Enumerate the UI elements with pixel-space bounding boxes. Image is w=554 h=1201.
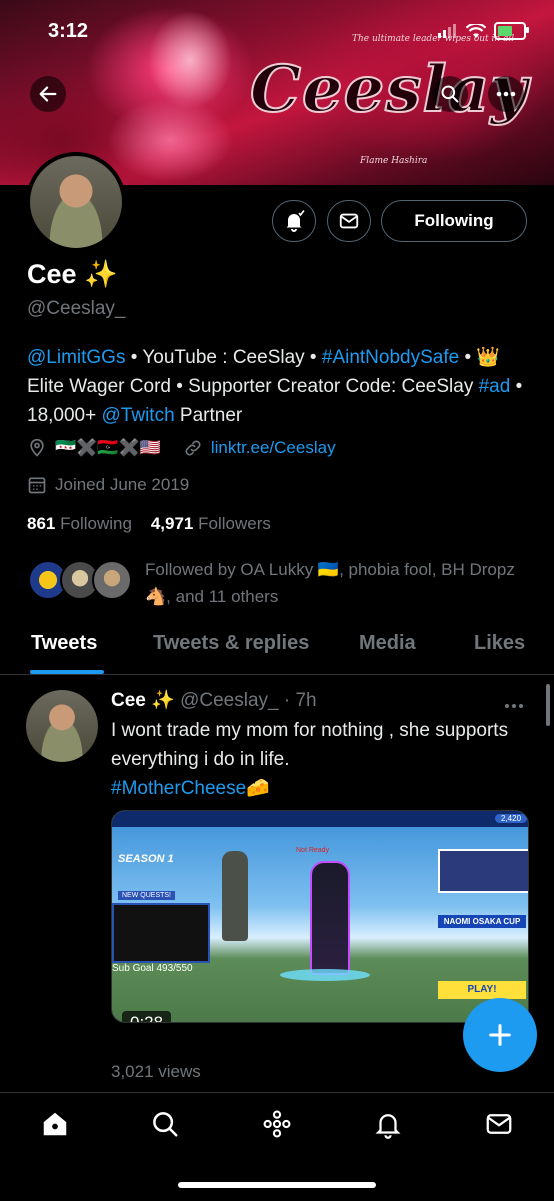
profile-meta-joined: Joined June 2019 [27, 475, 189, 495]
back-arrow-icon [39, 86, 57, 102]
compose-icon [489, 1024, 511, 1046]
game-event-thumbnail [438, 849, 528, 893]
bio-hashtag-aintnobdysafe[interactable]: #AintNobdySafe [322, 347, 459, 368]
active-tab-indicator [30, 670, 104, 674]
game-coins: 2,420 [495, 814, 528, 823]
tweet-avatar[interactable] [26, 690, 98, 762]
game-new-quests: NEW QUESTS! [118, 891, 176, 900]
notification-toggle-button[interactable] [272, 200, 316, 242]
game-ready-status: Not Ready [296, 847, 330, 854]
joined-date: Joined June 2019 [55, 475, 190, 494]
nav-spaces[interactable] [260, 1107, 294, 1141]
profile-handle: @Ceeslay_ [27, 298, 126, 319]
nav-messages[interactable] [482, 1107, 516, 1141]
banner-title: Ceeslay [249, 51, 529, 128]
followed-by-text[interactable]: Followed by OA Lukky 🇺🇦, phobia fool, BH… [145, 556, 535, 610]
tab-media[interactable]: Media [359, 632, 416, 655]
nav-explore[interactable] [148, 1107, 182, 1141]
signal-icon [438, 24, 456, 38]
followers-count: 4,971 [150, 514, 194, 533]
scrollbar-thumb[interactable] [546, 684, 550, 726]
webcam-overlay [112, 903, 210, 963]
follower-avatar [92, 560, 132, 600]
link-icon [185, 440, 201, 456]
search-icon [441, 85, 459, 103]
tweet-author-handle[interactable]: @Ceeslay_ [180, 690, 279, 711]
status-icons [438, 20, 529, 42]
tweet-text: I wont trade my mom for nothing , she su… [111, 716, 521, 803]
profile-counts: 861 Following 4,971 Followers [27, 514, 271, 534]
tab-likes[interactable]: Likes [474, 632, 525, 655]
messages-icon [486, 1114, 512, 1134]
bio-text-1: • YouTube : CeeSlay • [125, 347, 322, 368]
more-button[interactable] [488, 76, 524, 112]
profile-bio: @LimitGGs • YouTube : CeeSlay • #AintNob… [27, 343, 537, 430]
explore-icon [153, 1112, 178, 1137]
tab-tweets[interactable]: Tweets [31, 632, 97, 655]
more-icon [496, 91, 516, 97]
message-button[interactable] [327, 200, 371, 242]
video-duration: 0:28 [122, 1011, 172, 1022]
home-icon [43, 1112, 67, 1136]
profile-website-link[interactable]: linktr.ee/Ceeslay [211, 438, 336, 458]
compose-tweet-button[interactable] [463, 998, 537, 1072]
tweet-hashtag[interactable]: #MotherCheese🧀 [111, 778, 270, 799]
bio-hashtag-ad[interactable]: #ad [479, 376, 511, 397]
tweet-time: · 7h [283, 690, 317, 711]
tweet-body: I wont trade my mom for nothing , she su… [111, 720, 509, 770]
following-button[interactable]: Following [381, 200, 527, 242]
profile-avatar[interactable] [26, 152, 126, 252]
location-flags: 🇸🇾✖️🇱🇾✖️🇺🇸 [55, 438, 161, 457]
following-label: Following [60, 514, 132, 533]
profile-name: Cee ✨ [27, 259, 118, 289]
tab-tweets-replies[interactable]: Tweets & replies [153, 632, 309, 655]
game-event-title: NAOMI OSAKA CUP [438, 915, 526, 928]
location-icon [30, 438, 44, 457]
message-icon [339, 213, 359, 229]
followers-count-link[interactable]: 4,971 Followers [151, 514, 271, 533]
notifications-icon [375, 1114, 401, 1139]
game-character-center [310, 861, 350, 975]
back-button[interactable] [30, 76, 66, 112]
game-character-left [222, 851, 248, 941]
nav-notifications[interactable] [371, 1107, 405, 1141]
following-count: 861 [27, 514, 56, 533]
bio-text-4: Partner [174, 405, 243, 426]
bio-mention-twitch[interactable]: @Twitch [102, 405, 175, 426]
home-indicator [178, 1182, 376, 1188]
tweet-views: 3,021 views [111, 1062, 201, 1081]
game-platform [280, 969, 370, 981]
game-play-button: PLAY! [438, 981, 526, 999]
nav-home[interactable] [38, 1107, 72, 1141]
followers-label: Followers [198, 514, 271, 533]
spaces-icon [263, 1110, 291, 1138]
game-season: SEASON 1 [118, 853, 174, 865]
profile-tabs: Tweets Tweets & replies Media Likes [0, 624, 554, 675]
game-top-bar [112, 811, 528, 827]
bio-mention-limitggs[interactable]: @LimitGGs [27, 347, 125, 368]
calendar-icon [28, 477, 46, 494]
tweet-more-button[interactable] [504, 696, 524, 714]
sub-goal-text: Sub Goal 493/550 [112, 963, 193, 974]
profile-meta-location: 🇸🇾✖️🇱🇾✖️🇺🇸 linktr.ee/Ceeslay [27, 438, 336, 458]
tweet-author-name[interactable]: Cee ✨ [111, 690, 175, 711]
search-button[interactable] [432, 76, 468, 112]
more-icon [505, 704, 523, 708]
status-time: 3:12 [48, 20, 89, 42]
tweet-video[interactable]: 2,420 SEASON 1 NEW QUESTS! Not Ready Sub… [111, 810, 529, 1023]
notification-bell-icon [286, 210, 305, 232]
battery-icon [494, 22, 529, 40]
wifi-icon [466, 23, 486, 38]
tweet-header: Cee ✨ @Ceeslay_ · 7h [111, 688, 317, 712]
following-count-link[interactable]: 861 Following [27, 514, 132, 533]
banner-caption-bottom: Flame Hashira [360, 156, 428, 166]
